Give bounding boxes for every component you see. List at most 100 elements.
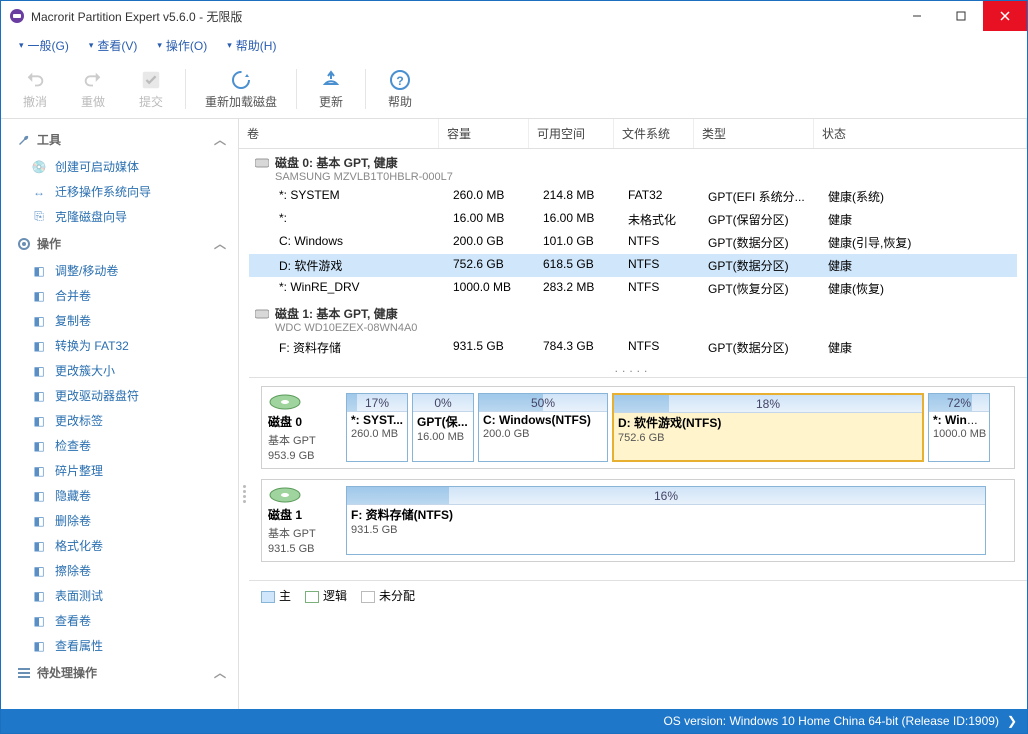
op-icon: ◧ (31, 338, 47, 354)
sidebar-item-label: 调整/移动卷 (55, 262, 118, 279)
sidebar-op-item[interactable]: ◧格式化卷 (13, 533, 238, 558)
sidebar-op-item[interactable]: ◧ 更改簇大小 (13, 358, 238, 383)
commit-button[interactable]: 提交 (127, 67, 175, 110)
op-icon: ◧ (31, 613, 47, 629)
col-type[interactable]: 类型 (694, 119, 814, 148)
sidebar-section-ops[interactable]: 操作 ︿ (13, 229, 238, 258)
chevron-up-icon: ︿ (214, 664, 226, 681)
minimize-button[interactable] (895, 1, 939, 31)
status-chevron-icon[interactable]: ❯ (1007, 714, 1017, 728)
partition-row[interactable]: *:16.00 MB16.00 MB未格式化GPT(保留分区)健康 (249, 208, 1017, 231)
op-icon: ◧ (31, 463, 47, 479)
sidebar-tool-item[interactable]: ↔迁移操作系统向导 (13, 179, 238, 204)
map-disk-label: 磁盘 1 (268, 506, 338, 523)
partition-row[interactable]: C: Windows200.0 GB101.0 GBNTFSGPT(数据分区)健… (249, 231, 1017, 254)
col-status[interactable]: 状态 (814, 119, 1027, 148)
sidebar-op-item[interactable]: ◧表面测试 (13, 583, 238, 608)
partition-row[interactable]: F: 资料存储931.5 GB784.3 GBNTFSGPT(数据分区)健康 (249, 336, 1017, 359)
sidebar-op-item[interactable]: ◧ 碎片整理 (13, 458, 238, 483)
disk-header[interactable]: 磁盘 0: 基本 GPT, 健康 SAMSUNG MZVLB1T0HBLR-00… (249, 152, 1017, 185)
menubar: ▾一般(G) ▾查看(V) ▾操作(O) ▾帮助(H) (1, 31, 1027, 59)
legend-unalloc-swatch (361, 591, 375, 603)
sidebar-op-item[interactable]: ◧查看属性 (13, 633, 238, 658)
sidebar-item-label: 检查卷 (55, 437, 91, 454)
partition-label: D: 软件游戏(NTFS) (614, 413, 922, 432)
partition-block[interactable]: 16% F: 资料存储(NTFS) 931.5 GB (346, 486, 986, 555)
map-disk-size: 931.5 GB (268, 543, 338, 555)
app-icon (9, 8, 25, 24)
menu-general[interactable]: ▾一般(G) (11, 33, 77, 58)
update-icon (318, 67, 344, 93)
tool-icon: 💿 (31, 159, 47, 175)
disk-icon (255, 157, 269, 169)
partition-label: C: Windows(NTFS) (479, 412, 607, 428)
sidebar-item-label: 更改标签 (55, 412, 103, 429)
partition-label: F: 资料存储(NTFS) (347, 505, 985, 524)
sidebar-item-label: 碎片整理 (55, 462, 103, 479)
partition-block[interactable]: 0% GPT(保... 16.00 MB (412, 393, 474, 462)
menu-view[interactable]: ▾查看(V) (81, 33, 146, 58)
op-icon: ◧ (31, 288, 47, 304)
partition-block[interactable]: 50% C: Windows(NTFS) 200.0 GB (478, 393, 608, 462)
sidebar-op-item[interactable]: ◧检查卷 (13, 433, 238, 458)
sidebar-item-label: 迁移操作系统向导 (55, 183, 151, 200)
sidebar-op-item[interactable]: ◧更改驱动器盘符 (13, 383, 238, 408)
reload-button[interactable]: 重新加载磁盘 (196, 67, 286, 110)
disk-model: WDC WD10EZEX-08WN4A0 (255, 322, 1017, 334)
partition-row[interactable]: *: SYSTEM260.0 MB214.8 MBFAT32GPT(EFI 系统… (249, 185, 1017, 208)
sidebar-op-item[interactable]: ◧删除卷 (13, 508, 238, 533)
sidebar-tool-item[interactable]: 💿创建可启动媒体 (13, 154, 238, 179)
sidebar-op-item[interactable]: ◧隐藏卷 (13, 483, 238, 508)
disk-icon (268, 486, 302, 504)
sidebar-section-pending[interactable]: 待处理操作 ︿ (13, 658, 238, 687)
maximize-button[interactable] (939, 1, 983, 31)
partition-row[interactable]: D: 软件游戏752.6 GB618.5 GBNTFSGPT(数据分区)健康 (249, 254, 1017, 277)
op-icon: ◧ (31, 488, 47, 504)
update-button[interactable]: 更新 (307, 67, 355, 110)
sidebar-op-item[interactable]: ◧ 转换为 FAT32 (13, 333, 238, 358)
partition-row[interactable]: *: WinRE_DRV1000.0 MB283.2 MBNTFSGPT(恢复分… (249, 277, 1017, 300)
sidebar: 工具 ︿ 💿创建可启动媒体↔迁移操作系统向导⎘克隆磁盘向导 操作 ︿ ◧ 调整/移… (1, 119, 239, 709)
partition-label: GPT(保... (413, 412, 473, 431)
partition-block[interactable]: 72% *: WinR... 1000.0 MB (928, 393, 990, 462)
partition-block[interactable]: 17% *: SYST... 260.0 MB (346, 393, 408, 462)
menu-help[interactable]: ▾帮助(H) (219, 33, 284, 58)
legend: 主 逻辑 未分配 (249, 580, 1027, 610)
sidebar-op-item[interactable]: ◧查看卷 (13, 608, 238, 633)
disk-icon (255, 308, 269, 320)
close-button[interactable] (983, 1, 1027, 31)
partition-size: 931.5 GB (347, 524, 985, 538)
partition-block[interactable]: 18% D: 软件游戏(NTFS) 752.6 GB (612, 393, 924, 462)
sidebar-item-label: 更改簇大小 (55, 362, 115, 379)
sidebar-op-item[interactable]: ◧合并卷 (13, 283, 238, 308)
partition-size: 16.00 MB (413, 431, 473, 445)
splitter-handle[interactable] (239, 377, 249, 610)
op-icon: ◧ (31, 263, 47, 279)
sidebar-item-label: 转换为 FAT32 (55, 337, 129, 354)
toolbar: 撤消 重做 提交 重新加载磁盘 更新 ?帮助 (1, 59, 1027, 119)
map-disk-size: 953.9 GB (268, 450, 338, 462)
content: 卷 容量 可用空间 文件系统 类型 状态 磁盘 0: 基本 GPT, 健康 SA… (239, 119, 1027, 709)
help-button[interactable]: ?帮助 (376, 67, 424, 110)
status-text: OS version: Windows 10 Home China 64-bit… (663, 714, 998, 728)
op-icon: ◧ (31, 638, 47, 654)
col-filesystem[interactable]: 文件系统 (614, 119, 694, 148)
redo-button[interactable]: 重做 (69, 67, 117, 110)
disk-map: 磁盘 0 基本 GPT 953.9 GB17% *: SYST... 260.0… (261, 386, 1015, 469)
disk-header[interactable]: 磁盘 1: 基本 GPT, 健康 WDC WD10EZEX-08WN4A0 (249, 303, 1017, 336)
partition-label: *: WinR... (929, 412, 989, 428)
sidebar-op-item[interactable]: ◧更改标签 (13, 408, 238, 433)
col-capacity[interactable]: 容量 (439, 119, 529, 148)
sidebar-op-item[interactable]: ◧擦除卷 (13, 558, 238, 583)
sidebar-section-tools[interactable]: 工具 ︿ (13, 125, 238, 154)
op-icon: ◧ (31, 588, 47, 604)
undo-button[interactable]: 撤消 (11, 67, 59, 110)
op-icon: ◧ (31, 363, 47, 379)
col-volume[interactable]: 卷 (239, 119, 439, 148)
help-icon: ? (387, 67, 413, 93)
sidebar-op-item[interactable]: ◧复制卷 (13, 308, 238, 333)
sidebar-tool-item[interactable]: ⎘克隆磁盘向导 (13, 204, 238, 229)
col-free[interactable]: 可用空间 (529, 119, 614, 148)
sidebar-op-item[interactable]: ◧ 调整/移动卷 (13, 258, 238, 283)
menu-operations[interactable]: ▾操作(O) (149, 33, 215, 58)
